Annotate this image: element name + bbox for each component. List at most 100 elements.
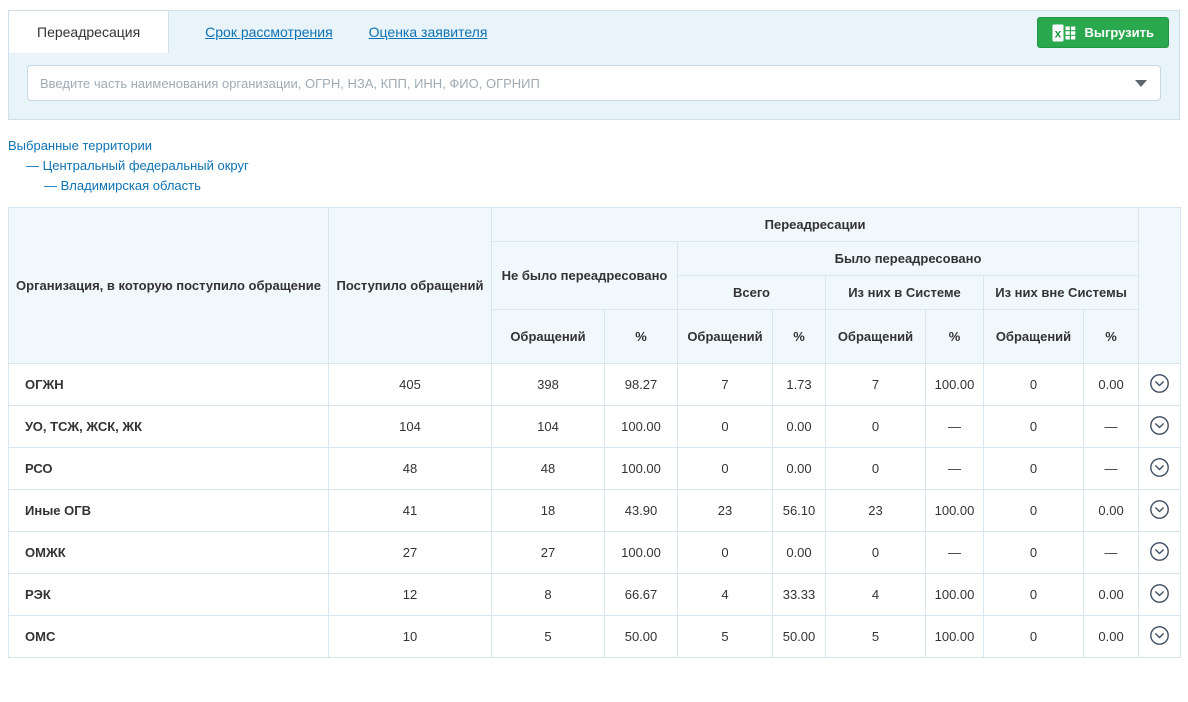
dash-prefix: — [26,158,39,173]
tab-label: Оценка заявителя [369,24,488,40]
header-percent: % [926,310,984,364]
redirected-total-percent-cell: 50.00 [773,616,826,658]
header-actions [1139,208,1181,364]
expand-row-icon[interactable] [1149,457,1170,478]
not-redirected-percent-cell: 100.00 [605,532,678,574]
in-system-count-cell: 23 [826,490,926,532]
territory-label: Центральный федеральный округ [43,158,249,173]
in-system-count-cell: 7 [826,364,926,406]
out-system-percent-cell: 0.00 [1084,574,1139,616]
not-redirected-percent-cell: 100.00 [605,406,678,448]
out-system-percent-cell: 0.00 [1084,616,1139,658]
header-not-redirected: Не было переадресовано [492,242,678,310]
not-redirected-percent-cell: 66.67 [605,574,678,616]
out-system-count-cell: 0 [984,574,1084,616]
tab-ocenka-zayavitelya[interactable]: Оценка заявителя [369,11,488,53]
out-system-percent-cell: 0.00 [1084,364,1139,406]
redirected-total-count-cell: 23 [678,490,773,532]
redirected-total-percent-cell: 0.00 [773,406,826,448]
org-name-cell: РСО [9,448,329,490]
in-system-percent-cell: — [926,532,984,574]
table-row: ОМЖК 27 27 100.00 0 0.00 0 — 0 — [9,532,1181,574]
header-appeals: Обращений [826,310,926,364]
expand-cell [1139,574,1181,616]
search-row [9,53,1179,119]
in-system-percent-cell: 100.00 [926,364,984,406]
organization-search-input[interactable] [27,65,1161,101]
expand-row-icon[interactable] [1149,625,1170,646]
header-percent: % [1084,310,1139,364]
received-count-cell: 405 [329,364,492,406]
redirected-total-count-cell: 0 [678,448,773,490]
not-redirected-percent-cell: 98.27 [605,364,678,406]
expand-cell [1139,532,1181,574]
in-system-percent-cell: 100.00 [926,490,984,532]
out-system-percent-cell: — [1084,448,1139,490]
not-redirected-count-cell: 5 [492,616,605,658]
tab-label: Срок рассмотрения [205,24,333,40]
filter-panel: Переадресация Срок рассмотрения Оценка з… [8,10,1180,120]
in-system-percent-cell: — [926,406,984,448]
table-row: ОМС 10 5 50.00 5 50.00 5 100.00 0 0.00 [9,616,1181,658]
header-appeals: Обращений [984,310,1084,364]
not-redirected-count-cell: 398 [492,364,605,406]
in-system-count-cell: 0 [826,532,926,574]
excel-icon: x [1052,24,1076,42]
expand-row-icon[interactable] [1149,415,1170,436]
redirected-total-percent-cell: 33.33 [773,574,826,616]
out-system-percent-cell: — [1084,406,1139,448]
redirected-total-count-cell: 4 [678,574,773,616]
header-percent: % [773,310,826,364]
territory-link-federal-district[interactable]: — Центральный федеральный округ [26,158,1180,173]
selected-territories-link[interactable]: Выбранные территории [8,138,1180,153]
not-redirected-count-cell: 27 [492,532,605,574]
org-name-cell: Иные ОГВ [9,490,329,532]
table-row: УО, ТСЖ, ЖСК, ЖК 104 104 100.00 0 0.00 0… [9,406,1181,448]
received-count-cell: 41 [329,490,492,532]
redirected-total-percent-cell: 56.10 [773,490,826,532]
expand-row-icon[interactable] [1149,373,1170,394]
territory-link-region[interactable]: — Владимирская область [44,178,1180,193]
in-system-count-cell: 0 [826,448,926,490]
header-in-system: Из них в Системе [826,276,984,310]
redirected-total-percent-cell: 0.00 [773,448,826,490]
expand-row-icon[interactable] [1149,541,1170,562]
header-percent: % [605,310,678,364]
not-redirected-percent-cell: 50.00 [605,616,678,658]
out-system-count-cell: 0 [984,364,1084,406]
table-row: РЭК 12 8 66.67 4 33.33 4 100.00 0 0.00 [9,574,1181,616]
out-system-count-cell: 0 [984,406,1084,448]
expand-cell [1139,616,1181,658]
territory-label: Владимирская область [61,178,201,193]
received-count-cell: 48 [329,448,492,490]
svg-text:x: x [1055,26,1062,40]
out-system-count-cell: 0 [984,490,1084,532]
not-redirected-count-cell: 8 [492,574,605,616]
table-body: ОГЖН 405 398 98.27 7 1.73 7 100.00 0 0.0… [9,364,1181,658]
org-name-cell: ОМС [9,616,329,658]
dash-prefix: — [44,178,57,193]
org-name-cell: РЭК [9,574,329,616]
out-system-percent-cell: 0.00 [1084,490,1139,532]
tab-pereadresaciya[interactable]: Переадресация [9,11,169,53]
redirected-total-count-cell: 7 [678,364,773,406]
expand-cell [1139,364,1181,406]
tab-srok-rassmotreniya[interactable]: Срок рассмотрения [205,11,333,53]
in-system-percent-cell: 100.00 [926,574,984,616]
tab-bar: Переадресация Срок рассмотрения Оценка з… [9,11,1179,53]
not-redirected-count-cell: 18 [492,490,605,532]
not-redirected-percent-cell: 43.90 [605,490,678,532]
header-appeals: Обращений [492,310,605,364]
table-header: Организация, в которую поступило обращен… [9,208,1181,364]
header-redirections: Переадресации [492,208,1139,242]
received-count-cell: 27 [329,532,492,574]
dropdown-arrow-icon[interactable] [1135,80,1147,87]
expand-row-icon[interactable] [1149,499,1170,520]
received-count-cell: 10 [329,616,492,658]
expand-row-icon[interactable] [1149,583,1170,604]
export-button[interactable]: x Выгрузить [1037,17,1169,48]
redirected-total-percent-cell: 1.73 [773,364,826,406]
in-system-count-cell: 4 [826,574,926,616]
header-organization: Организация, в которую поступило обращен… [9,208,329,364]
redirected-total-count-cell: 0 [678,406,773,448]
